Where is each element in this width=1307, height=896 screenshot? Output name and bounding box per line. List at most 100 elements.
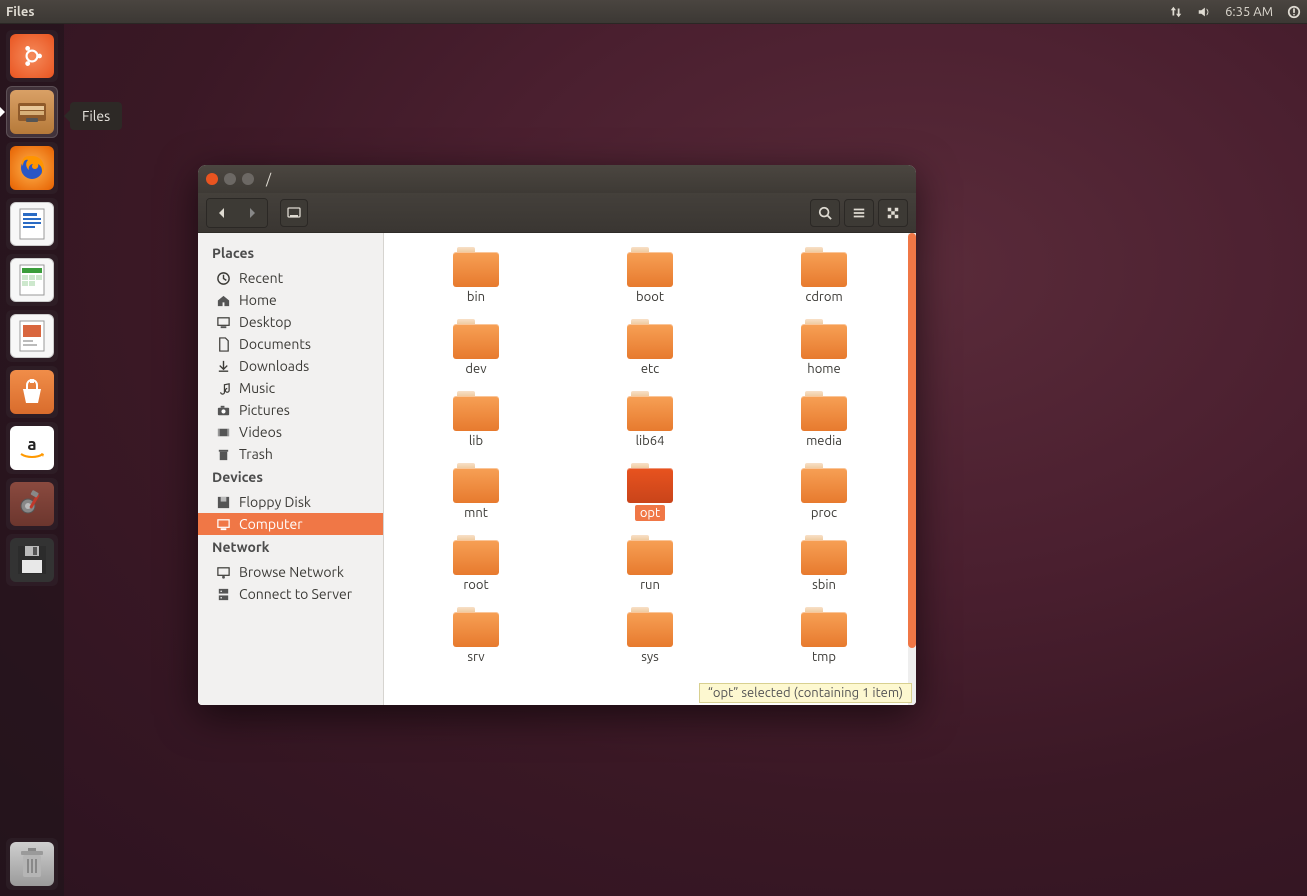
folder-label: tmp — [807, 649, 841, 665]
folder-home[interactable]: home — [759, 315, 889, 381]
server-icon — [216, 587, 231, 602]
folder-label: srv — [462, 649, 489, 665]
scrollbar[interactable] — [908, 233, 916, 705]
folder-bin[interactable]: bin — [411, 243, 541, 309]
sidebar-item-label: Browse Network — [239, 564, 344, 580]
sidebar-item-floppy-disk[interactable]: Floppy Disk — [198, 491, 383, 513]
sidebar-item-music[interactable]: Music — [198, 377, 383, 399]
sidebar-item-videos[interactable]: Videos — [198, 421, 383, 443]
folder-label: media — [801, 433, 847, 449]
clock-icon — [216, 271, 231, 286]
folder-srv[interactable]: srv — [411, 603, 541, 669]
launcher-software-center[interactable] — [6, 366, 58, 418]
folder-label: sbin — [807, 577, 841, 593]
top-panel: Files 6:35 AM — [0, 0, 1307, 24]
folder-label: sys — [636, 649, 664, 665]
launcher-impress[interactable] — [6, 310, 58, 362]
sidebar-item-label: Desktop — [239, 314, 292, 330]
sidebar-item-trash[interactable]: Trash — [198, 443, 383, 465]
nav-back-button[interactable] — [207, 199, 237, 227]
status-bar: “opt” selected (containing 1 item) — [699, 683, 912, 703]
launcher-writer[interactable] — [6, 198, 58, 250]
camera-icon — [216, 403, 231, 418]
nav-forward-button[interactable] — [237, 199, 267, 227]
volume-indicator-icon[interactable] — [1197, 5, 1211, 19]
launcher-system-settings[interactable] — [6, 478, 58, 530]
launcher-firefox[interactable] — [6, 142, 58, 194]
folder-label: lib — [464, 433, 488, 449]
folder-tmp[interactable]: tmp — [759, 603, 889, 669]
network-indicator-icon[interactable] — [1169, 5, 1183, 19]
trash-icon — [216, 447, 231, 462]
launcher-ubuntu-dash[interactable] — [6, 30, 58, 82]
session-indicator-icon[interactable] — [1287, 5, 1301, 19]
folder-icon — [451, 319, 501, 359]
home-icon — [216, 293, 231, 308]
folder-label: bin — [462, 289, 490, 305]
sidebar-item-home[interactable]: Home — [198, 289, 383, 311]
clock[interactable]: 6:35 AM — [1225, 5, 1273, 19]
folder-proc[interactable]: proc — [759, 459, 889, 525]
folder-dev[interactable]: dev — [411, 315, 541, 381]
sidebar-section-title: Network — [198, 535, 383, 561]
folder-boot[interactable]: boot — [585, 243, 715, 309]
folder-etc[interactable]: etc — [585, 315, 715, 381]
titlebar[interactable]: / — [198, 165, 916, 193]
folder-run[interactable]: run — [585, 531, 715, 597]
sidebar: PlacesRecentHomeDesktopDocumentsDownload… — [198, 233, 384, 705]
launcher-calc[interactable] — [6, 254, 58, 306]
launcher-floppy[interactable] — [6, 534, 58, 586]
computer-icon — [216, 517, 231, 532]
launcher-amazon[interactable]: a — [6, 422, 58, 474]
folder-icon — [625, 607, 675, 647]
launcher-tooltip: Files — [70, 102, 122, 130]
sidebar-item-connect-to-server[interactable]: Connect to Server — [198, 583, 383, 605]
folder-mnt[interactable]: mnt — [411, 459, 541, 525]
sidebar-item-downloads[interactable]: Downloads — [198, 355, 383, 377]
music-icon — [216, 381, 231, 396]
view-grid-button[interactable] — [878, 199, 908, 227]
sidebar-item-label: Documents — [239, 336, 311, 352]
folder-icon — [451, 463, 501, 503]
sidebar-item-label: Downloads — [239, 358, 309, 374]
folder-icon — [625, 535, 675, 575]
folder-icon — [625, 463, 675, 503]
folder-label: run — [635, 577, 665, 593]
folder-cdrom[interactable]: cdrom — [759, 243, 889, 309]
sidebar-item-desktop[interactable]: Desktop — [198, 311, 383, 333]
sidebar-item-label: Pictures — [239, 402, 290, 418]
path-bar-root[interactable] — [280, 199, 308, 227]
folder-lib64[interactable]: lib64 — [585, 387, 715, 453]
folder-label: boot — [631, 289, 669, 305]
file-manager-window: / PlacesRecentHomeDesktopDocumentsDownlo… — [198, 165, 916, 705]
search-button[interactable] — [810, 199, 840, 227]
window-maximize-button[interactable] — [242, 173, 254, 185]
sidebar-item-browse-network[interactable]: Browse Network — [198, 561, 383, 583]
view-list-button[interactable] — [844, 199, 874, 227]
menubar-app-name[interactable]: Files — [6, 5, 34, 19]
sidebar-item-recent[interactable]: Recent — [198, 267, 383, 289]
window-close-button[interactable] — [206, 173, 218, 185]
folder-label: proc — [806, 505, 842, 521]
folder-sbin[interactable]: sbin — [759, 531, 889, 597]
folder-root[interactable]: root — [411, 531, 541, 597]
folder-label: mnt — [459, 505, 493, 521]
sidebar-section-title: Devices — [198, 465, 383, 491]
folder-opt[interactable]: opt — [585, 459, 715, 525]
scrollbar-thumb[interactable] — [908, 233, 916, 648]
launcher-files[interactable] — [6, 86, 58, 138]
content-area[interactable]: bin boot cdrom dev etc home lib lib64 — [384, 233, 916, 705]
window-minimize-button[interactable] — [224, 173, 236, 185]
folder-lib[interactable]: lib — [411, 387, 541, 453]
launcher-trash[interactable] — [6, 838, 58, 890]
folder-label: dev — [460, 361, 491, 377]
download-icon — [216, 359, 231, 374]
sidebar-item-documents[interactable]: Documents — [198, 333, 383, 355]
svg-text:a: a — [27, 435, 36, 454]
sidebar-item-computer[interactable]: Computer — [198, 513, 383, 535]
folder-label: lib64 — [631, 433, 670, 449]
folder-media[interactable]: media — [759, 387, 889, 453]
folder-label: cdrom — [800, 289, 847, 305]
folder-sys[interactable]: sys — [585, 603, 715, 669]
sidebar-item-pictures[interactable]: Pictures — [198, 399, 383, 421]
